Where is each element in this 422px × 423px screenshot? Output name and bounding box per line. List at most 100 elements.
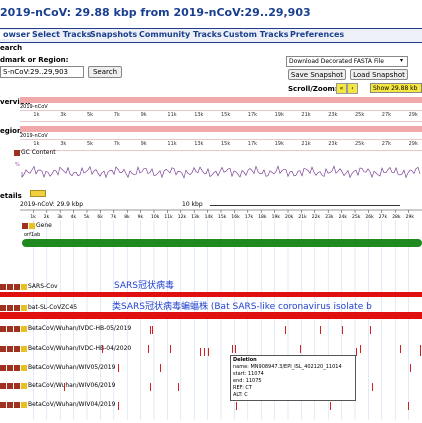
details-ruler: 1k 2k 3k 4k 5k 6k 7k 8k 9k 10k 11k 12k 13k 14k 15k 16k 1…	[20, 209, 422, 219]
landmark-input[interactable]: S-nCoV:29..29,903	[0, 66, 84, 78]
variant-mark[interactable]	[148, 345, 149, 353]
ruler-tick-label: 15k	[221, 112, 231, 118]
bat-sl-bar[interactable]	[0, 312, 422, 319]
scroll-left-small-icon[interactable]: ‹	[347, 83, 358, 94]
variant-mark[interactable]	[360, 345, 361, 353]
variant-mark[interactable]	[420, 348, 421, 356]
page-title: 2019-nCoV: 29.88 kbp from 2019-nCoV:29..…	[0, 6, 311, 19]
variant-mark[interactable]	[356, 348, 357, 356]
ruler-tick-label: 22k	[312, 214, 321, 219]
gene-orf1ab-bar[interactable]	[22, 239, 422, 247]
track-wiv04: BetaCoV/Wuhan/WIV04/2019	[0, 401, 115, 408]
ruler-tick-label: 1k	[33, 112, 40, 118]
variant-mark[interactable]	[285, 326, 286, 334]
track-delete-icon[interactable]	[7, 325, 13, 332]
variant-mark[interactable]	[300, 345, 301, 353]
variant-mark[interactable]	[204, 348, 205, 356]
track-menu-icon[interactable]	[0, 283, 6, 290]
variant-mark[interactable]	[232, 345, 233, 353]
track-info-icon[interactable]	[14, 304, 20, 311]
variant-mark[interactable]	[330, 402, 331, 410]
chevron-down-icon: ▾	[400, 57, 404, 64]
track-menu-icon[interactable]	[0, 325, 6, 332]
variant-mark[interactable]	[118, 364, 119, 372]
track-menu-icon[interactable]	[0, 401, 6, 408]
tab-custom-tracks[interactable]: Custom Tracks	[223, 30, 289, 39]
track-info-icon[interactable]	[14, 401, 20, 408]
track-info-icon[interactable]	[14, 364, 20, 371]
details-grid	[33, 220, 409, 420]
search-button[interactable]: Search	[88, 66, 122, 78]
load-snapshot-button[interactable]: Load Snapshot	[350, 69, 408, 80]
variant-mark[interactable]	[152, 326, 153, 334]
track-config-icon[interactable]	[21, 382, 27, 389]
overview-bar[interactable]	[20, 97, 422, 103]
track-config-icon[interactable]	[21, 283, 27, 290]
variant-mark[interactable]	[150, 326, 151, 334]
ruler-tick-label: 7k	[111, 214, 117, 219]
track-config-icon[interactable]	[21, 304, 27, 311]
track-config-icon[interactable]	[21, 345, 27, 352]
track-info-icon[interactable]	[14, 382, 20, 389]
variant-mark[interactable]	[400, 345, 401, 353]
variant-mark[interactable]	[408, 402, 409, 410]
track-delete-icon[interactable]	[7, 382, 13, 389]
variant-mark[interactable]	[410, 364, 411, 372]
track-delete-icon[interactable]	[7, 401, 13, 408]
gc-content-label: GC Content	[21, 149, 56, 156]
track-info-icon[interactable]	[14, 325, 20, 332]
ruler-tick-label: 28k	[392, 214, 401, 219]
track-menu-icon[interactable]	[0, 304, 6, 311]
scroll-left-icon[interactable]: «	[336, 83, 347, 94]
variant-mark[interactable]	[342, 326, 343, 334]
variant-mark[interactable]	[235, 345, 236, 353]
sars-cov-bar[interactable]	[0, 292, 422, 297]
track-menu-icon[interactable]	[0, 382, 6, 389]
download-select[interactable]: Download Decorated FASTA File	[286, 56, 408, 67]
track-wiv06: BetaCoV/Wuhan/WIV06/2019	[0, 382, 115, 389]
track-config-icon[interactable]	[21, 325, 27, 332]
variant-mark[interactable]	[118, 402, 119, 410]
save-snapshot-button[interactable]: Save Snapshot	[288, 69, 346, 80]
variant-mark[interactable]	[320, 326, 321, 334]
track-info-icon[interactable]	[14, 283, 20, 290]
track-delete-icon[interactable]	[7, 345, 13, 352]
variant-mark[interactable]	[200, 348, 201, 356]
variant-mark[interactable]	[64, 383, 65, 391]
track-menu-icon[interactable]	[22, 222, 28, 229]
variant-mark[interactable]	[102, 345, 103, 353]
ruler-tick-label: 27k	[379, 214, 388, 219]
ruler-tick-label: 23k	[325, 214, 334, 219]
track-config-icon[interactable]	[29, 222, 35, 229]
tab-community-tracks[interactable]: Community Tracks	[139, 30, 222, 39]
ruler-tick-label: 29k	[408, 112, 418, 118]
variant-mark[interactable]	[236, 402, 237, 410]
scale-bar	[210, 205, 400, 206]
track-info-icon[interactable]	[14, 345, 20, 352]
track-config-icon[interactable]	[21, 401, 27, 408]
ruler-tick-label: 1k	[33, 141, 40, 147]
tab-select-tracks[interactable]: Select Tracks	[32, 30, 91, 39]
variant-mark[interactable]	[160, 364, 161, 372]
variant-mark[interactable]	[370, 326, 371, 334]
track-delete-icon[interactable]	[7, 283, 13, 290]
zoom-select[interactable]: Show 29.88 kb	[370, 83, 422, 93]
variant-mark[interactable]	[372, 383, 373, 391]
variant-mark[interactable]	[150, 383, 151, 391]
track-icon[interactable]	[14, 149, 20, 156]
variant-mark[interactable]	[178, 383, 179, 391]
drag-handle[interactable]	[30, 190, 46, 197]
ruler-tick-label: 9k	[140, 112, 147, 118]
track-config-icon[interactable]	[21, 364, 27, 371]
track-delete-icon[interactable]	[7, 304, 13, 311]
variant-mark[interactable]	[208, 348, 209, 356]
track-menu-icon[interactable]	[0, 345, 6, 352]
tab-snapshots[interactable]: Snapshots	[90, 30, 137, 39]
bat-note: 类SARS冠状病毒蝙蝠株 (Bat SARS-like coronavirus …	[112, 302, 372, 312]
track-delete-icon[interactable]	[7, 364, 13, 371]
variant-mark[interactable]	[170, 345, 171, 353]
track-menu-icon[interactable]	[0, 364, 6, 371]
region-bar[interactable]	[20, 126, 422, 132]
tab-browser[interactable]: owser	[0, 30, 34, 39]
tab-preferences[interactable]: Preferences	[290, 30, 344, 39]
